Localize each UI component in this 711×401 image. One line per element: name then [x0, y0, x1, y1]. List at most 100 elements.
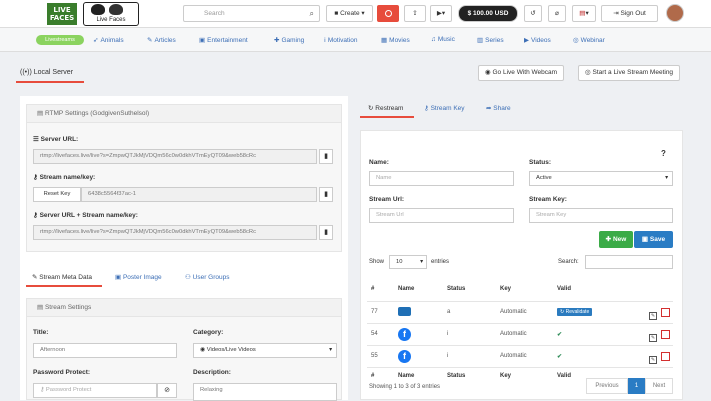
image-icon: ▣ [115, 274, 122, 281]
copy-server-url-button[interactable]: ▮ [319, 149, 333, 164]
page-1-button[interactable]: 1 [628, 378, 645, 394]
edit-icon[interactable]: ✎ [649, 356, 657, 364]
tab-stream-key[interactable]: ⚷ Stream Key [424, 104, 465, 112]
nav-item-motivation[interactable]: ⅰ Motivation [324, 36, 357, 44]
facebook-icon: f [398, 350, 411, 363]
nav-item-gaming[interactable]: ✚ Gaming [274, 36, 304, 44]
valid-check-icon: ✔ [557, 332, 563, 338]
table-search-label: Search: [558, 259, 579, 265]
sign-out-button[interactable]: ⇥ Sign Out [601, 5, 658, 22]
settings-icon: ▤ [37, 304, 44, 311]
stream-url-input[interactable]: Stream Url [369, 208, 514, 223]
show-entries-label: Show [369, 259, 385, 265]
restream-tab-indicator [360, 116, 414, 118]
col-name[interactable]: Name [398, 286, 414, 292]
left-panel: ▤ RTMP Settings (GodgivenSuthelsol) ☰ Se… [20, 96, 348, 401]
key-icon: ⚷ [40, 387, 45, 393]
nav-item-webinar[interactable]: ◎ Webinar [573, 36, 605, 44]
nav-pill-livestreams[interactable]: Livestreams [36, 35, 84, 45]
nav-item-videos[interactable]: ▶ Videos [524, 36, 551, 44]
search-icon[interactable]: ⌕ [310, 9, 314, 19]
stream-url-label: Stream Url: [369, 196, 405, 203]
articles-icon: ✎ [147, 37, 153, 44]
site-logo[interactable]: LIVE FACES Live Faces [47, 2, 139, 26]
combined-url-field[interactable]: rtmp://livefaces.live/live?s=ZmpwQTJkMjV… [33, 225, 317, 240]
edit-icon[interactable]: ✎ [649, 334, 657, 342]
table-search-input[interactable] [585, 255, 673, 269]
server-url-field[interactable]: rtmp://livefaces.live/live?s=ZmpwQTJkMjV… [33, 149, 317, 164]
delete-icon[interactable] [661, 330, 670, 339]
col-valid[interactable]: Valid [557, 286, 571, 292]
copy-icon: ▮ [324, 153, 328, 160]
eye-slash-icon: ⊘ [164, 387, 170, 394]
record-button[interactable] [377, 5, 399, 22]
col-status[interactable]: Status [447, 286, 465, 292]
tab-restream[interactable]: ↻ Restream [368, 104, 403, 112]
toggle-password-button[interactable]: ⊘ [157, 383, 177, 398]
help-icon[interactable]: ? [661, 149, 666, 158]
copy-icon: ▮ [324, 191, 328, 198]
category-select[interactable]: ◉ Videos/Live Videos ▾ [193, 343, 337, 358]
facebook-icon: f [398, 328, 411, 341]
save-button[interactable]: ▣ Save [634, 231, 673, 248]
revalidate-button[interactable]: ↻ Revalidate [557, 308, 593, 316]
reset-key-button[interactable]: Reset Key [33, 187, 81, 202]
nav-item-movies[interactable]: ▦ Movies [381, 36, 410, 44]
table-row: 77 a Automatic ↻ Revalidate ✎ [367, 301, 673, 323]
category-label: Category: [193, 329, 224, 336]
rtmp-icon: ▤ [37, 110, 44, 117]
stream-settings-card: ▤ Stream Settings Title: Afternoon Categ… [26, 298, 342, 401]
password-input[interactable]: ⚷ Password Protect [33, 383, 157, 398]
entries-select[interactable]: 10 ▾ [389, 255, 427, 269]
name-label: Name: [369, 159, 389, 166]
tab-share[interactable]: ➦ Share [486, 104, 511, 112]
description-textarea[interactable]: Relaxing [193, 383, 337, 401]
stream-key-field[interactable]: 6438c5564f37ac-1 [81, 187, 317, 202]
key-icon: ⚷ [424, 105, 429, 112]
delete-icon[interactable] [661, 352, 670, 361]
go-live-webcam-button[interactable]: ◉ Go Live With Webcam [478, 65, 565, 81]
tab-local-server[interactable]: ((•)) Local Server [20, 69, 73, 76]
new-button[interactable]: ✚ New [599, 231, 633, 248]
tab-stream-meta-data[interactable]: ✎ Stream Meta Data [32, 273, 92, 281]
edit-icon[interactable]: ✎ [649, 312, 657, 320]
subtab-indicator [26, 285, 102, 287]
table-info: Showing 1 to 3 of 3 entries [369, 384, 441, 390]
notifications-button[interactable]: ⌀ [548, 5, 566, 22]
nav-item-animals[interactable]: ➶ Animals [93, 36, 124, 44]
playlist-button[interactable]: ▶▾ [430, 5, 452, 22]
password-label: Password Protect: [33, 369, 91, 376]
language-button[interactable]: ▤▾ [572, 5, 596, 22]
col-id[interactable]: # [371, 286, 374, 292]
start-meeting-button[interactable]: ◎ Start a Live Stream Meeting [578, 65, 681, 81]
table-header-row: # Name Status Key Valid [367, 279, 673, 301]
delete-icon[interactable] [661, 308, 670, 317]
meeting-icon: ◎ [585, 69, 591, 76]
status-select[interactable]: Active ▾ [529, 171, 673, 186]
nav-item-articles[interactable]: ✎ Articles [147, 36, 176, 44]
upload-button[interactable]: ⇪ [404, 5, 426, 22]
copy-combined-url-button[interactable]: ▮ [319, 225, 333, 240]
title-input[interactable]: Afternoon [33, 343, 177, 358]
col-key[interactable]: Key [500, 286, 511, 292]
search-input[interactable]: Search ⌕ [183, 5, 320, 22]
nav-item-music[interactable]: ♫ Music [431, 36, 455, 43]
avatar[interactable] [666, 4, 684, 22]
entries-label: entries [431, 259, 450, 265]
nav-item-entertainment[interactable]: ▣ Entertainment [199, 36, 248, 44]
server-url-label: ☰ Server URL: [33, 136, 79, 143]
previous-page-button[interactable]: Previous [586, 378, 628, 394]
tab-user-groups[interactable]: ⚇ User Groups [185, 273, 230, 281]
active-tab-indicator [16, 81, 84, 83]
next-page-button[interactable]: Next [645, 378, 673, 394]
create-button[interactable]: ■ Create ▾ [326, 5, 373, 22]
history-button[interactable]: ↺ [524, 5, 542, 22]
name-input[interactable]: Name [369, 171, 514, 186]
nav-item-series[interactable]: ▥ Series [477, 36, 504, 44]
tab-poster-image[interactable]: ▣ Poster Image [115, 273, 162, 281]
balance-badge[interactable]: $ 100.00 USD [458, 5, 518, 22]
stream-key-input[interactable]: Stream Key [529, 208, 673, 223]
copy-stream-key-button[interactable]: ▮ [319, 187, 333, 202]
sign-out-icon: ⇥ [613, 10, 619, 17]
us-flag-icon: ▤ [579, 10, 586, 17]
